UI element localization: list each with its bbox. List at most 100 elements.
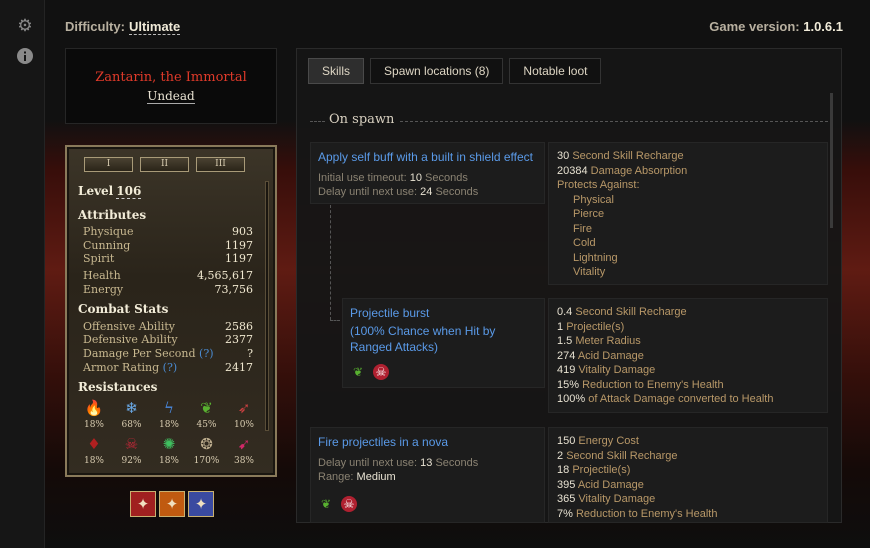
skill-card: Projectile burst (100% Chance when Hit b… (342, 298, 545, 388)
attributes-heading: Attributes (78, 208, 147, 222)
devotion-red-icon[interactable]: ✦ (130, 491, 156, 517)
skill-stat-line: 1.5 Meter Radius (557, 335, 641, 347)
section-title: On spawn (329, 112, 395, 127)
devotion-blue-icon[interactable]: ✦ (188, 491, 214, 517)
skill-stat-line: 274 Acid Damage (557, 349, 644, 362)
resistance-value: 45% (196, 420, 217, 430)
game-version: Game version: 1.0.6.1 (709, 19, 843, 34)
skill-stat-line: 365 Vitality Damage (557, 493, 656, 505)
sheet-tab-2[interactable]: II (140, 157, 189, 172)
damage-type-icons: ❦ ☠ (350, 361, 537, 380)
resistance-value: 18% (158, 456, 179, 466)
resistance-value: 92% (121, 456, 142, 466)
resistance-value: 10% (233, 420, 254, 430)
resistance-cold: ❄ 68% (114, 397, 150, 430)
aether-icon: ✺ (162, 435, 176, 453)
skill-title[interactable]: Fire projectiles in a nova (318, 434, 537, 450)
resistance-aether: ✺ 18% (151, 433, 187, 466)
monster-header: Zantarin, the Immortal Undead (65, 48, 277, 124)
resistance-value: 68% (121, 420, 142, 430)
vitality-icon: ☠ (124, 435, 139, 453)
sheet-tab-1[interactable]: I (84, 157, 133, 172)
stat-row: Spirit 1197 (83, 252, 253, 265)
resistance-value: 170% (193, 456, 220, 466)
version-value: 1.0.6.1 (803, 19, 843, 34)
devotion-orange-icon[interactable]: ✦ (159, 491, 185, 517)
skill-stat-line: Physical (573, 193, 614, 206)
skill-stat-line: 0.4 Second Skill Recharge (557, 306, 687, 318)
version-label: Game version: (709, 19, 800, 34)
level: Level 106 (78, 184, 142, 199)
resistance-vitality: ☠ 92% (114, 433, 150, 466)
monster-type[interactable]: Undead (147, 89, 195, 104)
skill-stat-line: 30 Second Skill Recharge (557, 150, 684, 162)
stat-row: Offensive Ability 2586 (83, 320, 253, 333)
stun-icon: ➹ (237, 435, 251, 453)
fire-icon: 🔥 (84, 399, 104, 417)
skill-stat-line: Pierce (573, 208, 605, 220)
skill-connector (330, 320, 340, 321)
character-sheet: I II III Level 106 Attributes Physique 903… (65, 145, 277, 477)
skill-stat-line: Lightning (573, 251, 618, 264)
stat-row: Health 4,565,617 (83, 269, 253, 282)
sheet-scrollbar[interactable] (265, 181, 269, 431)
armor-help-link[interactable]: (?) (163, 361, 177, 374)
skill-trigger: (100% Chance when Hit by Ranged Attacks) (350, 324, 496, 354)
skill-stat-line: 150 Energy Cost (557, 435, 639, 447)
panel-scrollbar[interactable] (830, 93, 833, 228)
resistance-fire: 🔥 18% (76, 397, 112, 430)
resistance-value: 18% (83, 420, 104, 430)
skill-stat-line: Protects Against: (557, 179, 640, 191)
stat-row: Physique 903 (83, 225, 253, 238)
skill-card: Apply self buff with a built in shield e… (310, 142, 545, 204)
resistance-value: 18% (158, 420, 179, 430)
info-icon[interactable] (16, 47, 34, 65)
skill-title[interactable]: Apply self buff with a built in shield e… (318, 149, 537, 165)
tab-notable-loot[interactable]: Notable loot (509, 58, 602, 84)
lightning-icon: ϟ (164, 399, 174, 417)
acid-icon: ❦ (352, 365, 364, 379)
sheet-tabs: I II III (84, 157, 245, 172)
icon-rail: ⚙ (0, 0, 45, 548)
skill-stats: 150 Energy Cost 2 Second Skill Recharge 18… (548, 427, 828, 523)
skill-stat-line: 18 Projectile(s) (557, 464, 631, 476)
tab-spawn-locations[interactable]: Spawn locations (8) (370, 58, 504, 84)
skill-stat-line: 395 Acid Damage (557, 478, 644, 491)
resistances-heading: Resistances (78, 380, 158, 394)
level-value: 106 (116, 184, 142, 199)
stat-row: Energy 73,756 (83, 283, 253, 296)
resistance-poison-acid: ❦ 45% (189, 397, 225, 430)
skill-title[interactable]: Projectile burst (350, 305, 537, 321)
vitality-skull-icon: ☠ (341, 496, 357, 512)
skill-stat-line: 419 Vitality Damage (557, 364, 656, 376)
skill-timing: Delay until next use: 13 Seconds (318, 457, 479, 469)
main-area: Difficulty: Ultimate Game version: 1.0.6.… (45, 0, 870, 548)
resistance-value: 18% (83, 456, 104, 466)
skill-timing: Delay until next use: 24 Seconds (318, 186, 479, 198)
dps-help-link[interactable]: (?) (199, 347, 213, 360)
acid-icon: ❦ (320, 497, 332, 511)
skill-stat-line: Fire (573, 222, 592, 235)
skill-stat-line: 20384 Damage Absorption (557, 164, 688, 177)
tab-skills[interactable]: Skills (308, 58, 365, 84)
skill-stat-line: 15% Reduction to Enemy's Health (557, 378, 724, 391)
resistance-stun: ➹ 38% (226, 433, 262, 466)
resistance-chaos: ❂ 170% (189, 433, 225, 466)
section-divider (400, 121, 828, 122)
resistance-value: 38% (233, 456, 254, 466)
gear-icon[interactable]: ⚙ (16, 17, 34, 35)
cold-icon: ❄ (125, 399, 138, 417)
difficulty-label: Difficulty: (65, 19, 125, 34)
panel-tabs: Skills Spawn locations (8) Notable loot (308, 58, 602, 84)
difficulty-selector[interactable]: Ultimate (128, 19, 181, 35)
stat-row: Cunning 1197 (83, 239, 253, 252)
details-panel: Skills Spawn locations (8) Notable loot … (296, 48, 842, 523)
skill-range: Range: Medium (318, 471, 396, 483)
skill-stat-line: Cold (573, 237, 596, 249)
sheet-tab-3[interactable]: III (196, 157, 245, 172)
skill-stats: 30 Second Skill Recharge 20384 Damage Abs… (548, 142, 828, 285)
skill-stat-line: 100% of Attack Damage converted to Healt… (557, 393, 774, 405)
skill-card: Fire projectiles in a nova Delay until n… (310, 427, 545, 523)
vitality-skull-icon: ☠ (373, 364, 389, 380)
difficulty: Difficulty: Ultimate (65, 19, 181, 35)
